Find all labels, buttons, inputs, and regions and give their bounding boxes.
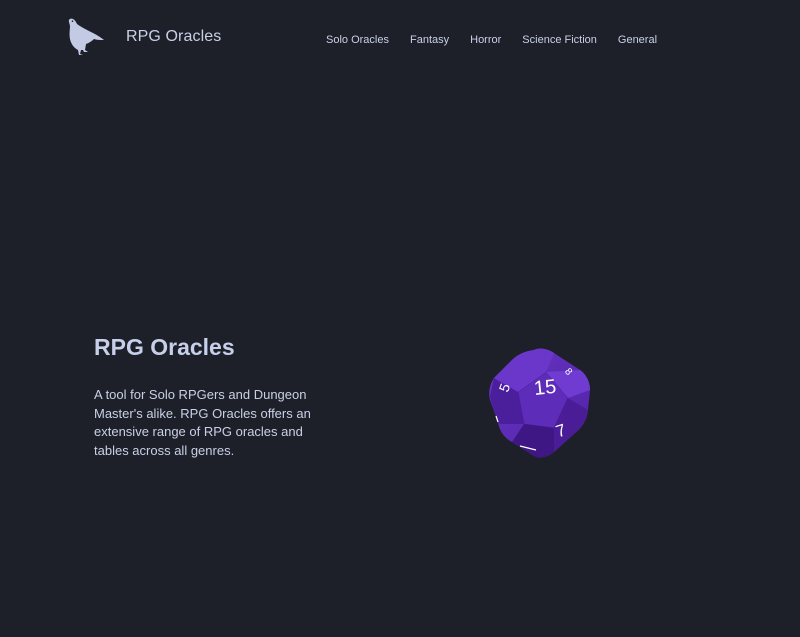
die-face-number: 15 bbox=[533, 376, 557, 400]
hero-title: RPG Oracles bbox=[94, 334, 235, 360]
raven-icon bbox=[68, 18, 104, 55]
nav-link-general[interactable]: General bbox=[618, 34, 657, 46]
nav-link-science-fiction[interactable]: Science Fiction bbox=[522, 34, 597, 46]
nav-link-fantasy[interactable]: Fantasy bbox=[410, 34, 449, 46]
home-logo-link[interactable]: RPG Oracles bbox=[64, 16, 221, 58]
main-nav: Solo Oracles Fantasy Horror Science Fict… bbox=[326, 34, 657, 46]
nav-link-horror[interactable]: Horror bbox=[470, 34, 501, 46]
nav-link-solo-oracles[interactable]: Solo Oracles bbox=[326, 34, 389, 46]
hero-description: A tool for Solo RPGers and Dungeon Maste… bbox=[94, 387, 311, 458]
site-header: RPG Oracles Solo Oracles Fantasy Horror … bbox=[0, 0, 800, 82]
d20-die-icon: 15 5 7 8 bbox=[482, 344, 600, 464]
page: RPG Oracles Solo Oracles Fantasy Horror … bbox=[0, 0, 800, 637]
brand-name: RPG Oracles bbox=[126, 28, 222, 45]
